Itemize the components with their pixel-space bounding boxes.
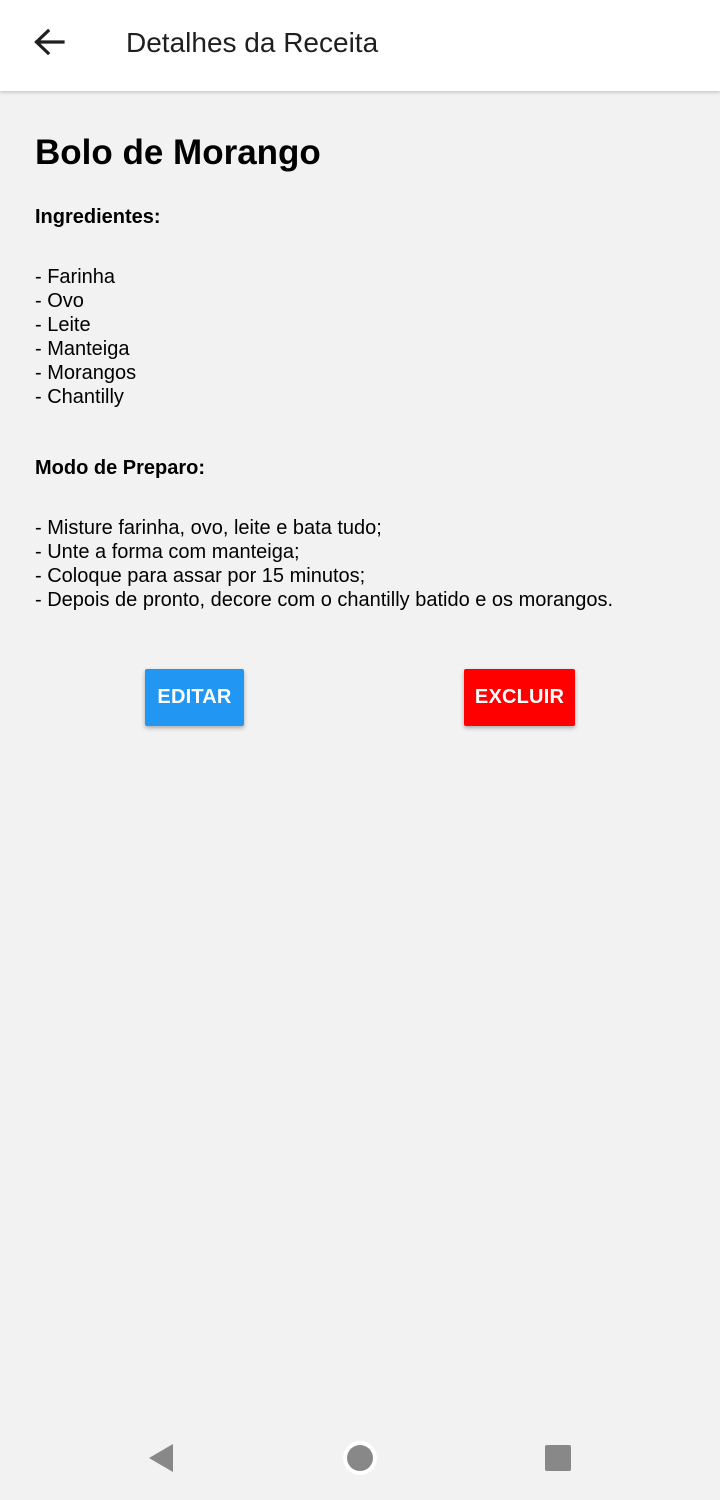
nav-recents-icon (545, 1445, 571, 1471)
list-item: - Misture farinha, ovo, leite e bata tud… (35, 517, 382, 539)
list-item: - Morangos (35, 362, 137, 384)
list-item: - Ovo (35, 290, 84, 312)
nav-home-icon (343, 1441, 377, 1475)
list-item: - Depois de pronto, decore com o chantil… (35, 589, 614, 611)
list-item: - Manteiga (35, 338, 130, 360)
list-item: - Chantilly (35, 386, 124, 408)
nav-recents-button[interactable] (536, 1436, 580, 1480)
recipe-details: Bolo de Morango Ingredientes: - Farinha … (35, 91, 695, 612)
list-item: - Coloque para assar por 15 minutos; (35, 565, 366, 587)
list-item: - Farinha (35, 266, 116, 288)
delete-button[interactable]: EXCLUIR (464, 669, 575, 726)
nav-back-icon (149, 1444, 173, 1472)
ingredients-list: - Farinha - Ovo - Leite - Manteiga - Mor… (35, 265, 695, 409)
system-nav-bar (0, 1416, 720, 1500)
nav-back-button[interactable] (138, 1436, 182, 1480)
edit-button[interactable]: EDITAR (145, 669, 244, 726)
nav-home-button[interactable] (338, 1436, 382, 1480)
ingredients-label: Ingredientes: (35, 206, 161, 228)
list-item: - Unte a forma com manteiga; (35, 541, 300, 563)
back-button[interactable] (24, 20, 74, 64)
list-item: - Leite (35, 314, 91, 336)
app-bar: Detalhes da Receita (0, 0, 720, 91)
arrow-left-icon (34, 28, 65, 56)
preparation-label: Modo de Preparo: (35, 457, 206, 479)
page-title: Detalhes da Receita (126, 27, 379, 58)
preparation-list: - Misture farinha, ovo, leite e bata tud… (35, 516, 695, 612)
recipe-name: Bolo de Morango (35, 133, 321, 172)
